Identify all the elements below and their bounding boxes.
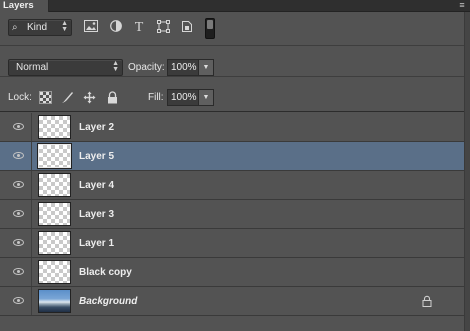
layer-row[interactable]: Layer 1: [0, 229, 464, 258]
eye-icon: [13, 239, 24, 246]
visibility-toggle[interactable]: [0, 142, 32, 170]
layer-name: Layer 5: [79, 151, 115, 162]
scrollbar[interactable]: [464, 12, 470, 331]
filter-toggle-switch[interactable]: [205, 18, 215, 39]
layer-list: Layer 2 Layer 5 Layer 4 Layer 3 Layer 1 …: [0, 113, 464, 316]
layers-panel: ⌕ Kind ▲ ▼ T Normal ▲ ▼ Opacity: 100% ▼ Lo…: [0, 12, 464, 331]
lock-position-icon[interactable]: [83, 91, 96, 104]
layer-thumbnail: [38, 231, 71, 255]
kind-filter-dropdown[interactable]: ⌕ Kind ▲ ▼: [8, 19, 72, 36]
lock-label: Lock:: [8, 92, 32, 103]
eye-icon: [13, 123, 24, 130]
visibility-toggle[interactable]: [0, 287, 32, 315]
updown-arrows-icon: ▲ ▼: [61, 20, 68, 33]
layer-name: Background: [79, 296, 138, 307]
visibility-toggle[interactable]: [0, 113, 32, 141]
image-filter-icon[interactable]: [83, 20, 99, 36]
layer-row-background[interactable]: Background: [0, 287, 464, 316]
blend-options-bar: Normal ▲ ▼ Opacity: 100% ▼: [0, 46, 464, 77]
panel-title-bar: Layers ≡: [0, 0, 470, 12]
eye-icon: [13, 297, 24, 304]
layer-name: Layer 4: [79, 180, 115, 191]
layer-row[interactable]: Layer 2: [0, 113, 464, 142]
eye-icon: [13, 181, 24, 188]
fill-dropdown-arrow-icon[interactable]: ▼: [199, 89, 214, 106]
lock-icon: [421, 295, 433, 308]
fill-label: Fill:: [148, 92, 164, 103]
visibility-toggle[interactable]: [0, 200, 32, 228]
visibility-toggle[interactable]: [0, 171, 32, 199]
eye-icon: [13, 268, 24, 275]
opacity-dropdown-arrow-icon[interactable]: ▼: [199, 59, 214, 76]
layer-thumbnail: [38, 173, 71, 197]
eye-icon: [13, 210, 24, 217]
lock-transparent-pixels-icon[interactable]: [39, 91, 52, 104]
shape-filter-icon[interactable]: [155, 20, 171, 36]
layer-name: Layer 3: [79, 209, 115, 220]
type-filter-icon[interactable]: T: [131, 20, 147, 36]
layer-row[interactable]: Black copy: [0, 258, 464, 287]
updown-arrows-icon: ▲ ▼: [112, 60, 119, 73]
lock-options-bar: Lock: Fill: 100% ▼: [0, 78, 464, 112]
layer-thumbnail: [38, 260, 71, 284]
kind-filter-label: Kind: [27, 22, 48, 33]
background-thumbnail: [38, 289, 71, 313]
opacity-input[interactable]: 100%: [167, 59, 199, 76]
tab-layers[interactable]: Layers: [0, 0, 49, 12]
panel-menu-icon[interactable]: ≡: [455, 0, 469, 12]
blend-mode-value: Normal: [16, 62, 49, 73]
search-icon: ⌕: [12, 22, 18, 33]
layer-name: Black copy: [79, 267, 132, 278]
layer-name: Layer 1: [79, 238, 115, 249]
opacity-label: Opacity:: [128, 62, 165, 73]
lock-all-icon[interactable]: [106, 91, 119, 104]
visibility-toggle[interactable]: [0, 229, 32, 257]
layer-name: Layer 2: [79, 122, 115, 133]
fill-input[interactable]: 100%: [167, 89, 199, 106]
layer-row-selected[interactable]: Layer 5: [0, 142, 464, 171]
eye-icon: [13, 152, 24, 159]
lock-image-pixels-icon[interactable]: [61, 91, 74, 104]
visibility-toggle[interactable]: [0, 258, 32, 286]
adjustment-filter-icon[interactable]: [108, 20, 124, 36]
layer-row[interactable]: Layer 3: [0, 200, 464, 229]
layer-thumbnail: [38, 115, 71, 139]
blend-mode-dropdown[interactable]: Normal ▲ ▼: [8, 59, 123, 76]
layer-row[interactable]: Layer 4: [0, 171, 464, 200]
layer-thumbnail: [38, 202, 71, 226]
filter-bar: ⌕ Kind ▲ ▼ T: [0, 14, 464, 46]
layer-thumbnail: [37, 143, 72, 169]
smart-object-filter-icon[interactable]: [179, 20, 195, 36]
